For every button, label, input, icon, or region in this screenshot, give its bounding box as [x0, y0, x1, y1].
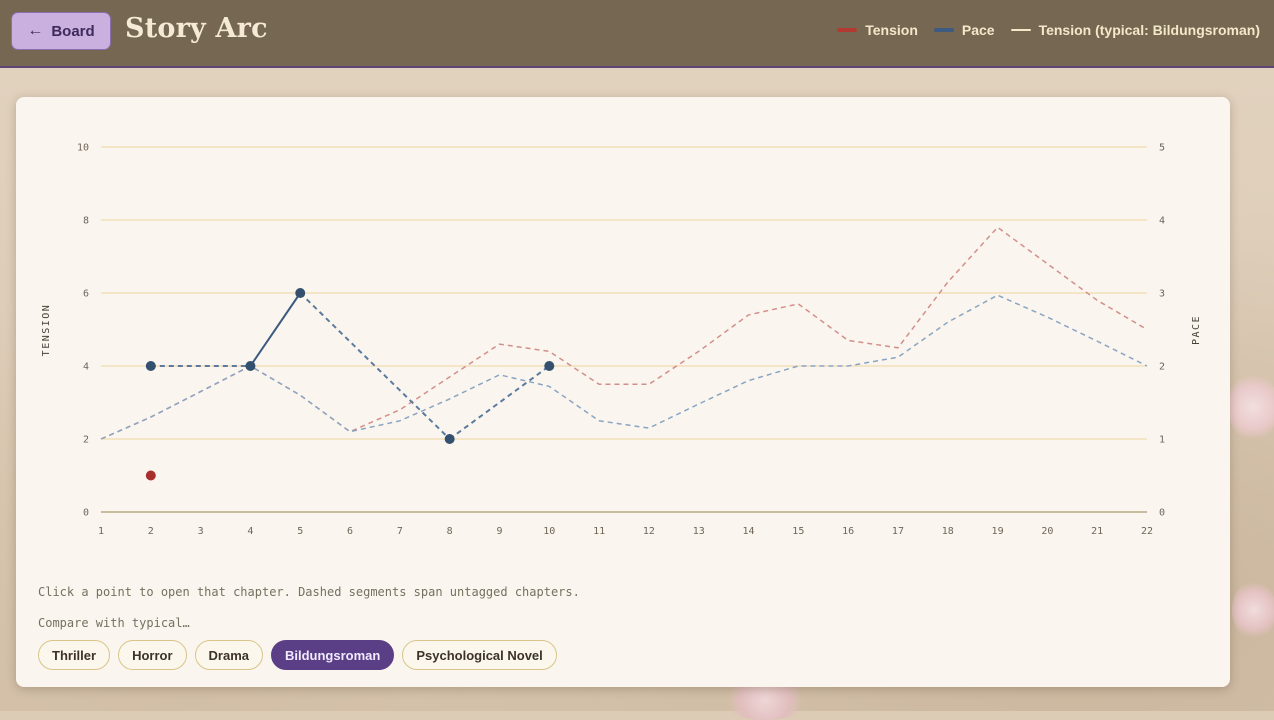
x-tick-label: 6	[347, 526, 353, 537]
chart-legend: Tension Pace Tension (typical: Bildungsr…	[837, 22, 1260, 38]
compare-label: Compare with typical…	[38, 616, 190, 630]
x-tick-label: 8	[447, 526, 453, 537]
genre-chip-bildungsroman[interactable]: Bildungsroman	[271, 640, 395, 670]
typical-series-line	[100, 226, 1148, 440]
legend-label-typical: Tension (typical: Bildungsroman)	[1038, 22, 1260, 38]
x-tick-label: 18	[942, 526, 954, 537]
genre-chip-psychological-novel[interactable]: Psychological Novel	[402, 640, 557, 670]
pace-point[interactable]	[444, 434, 455, 444]
y-left-tick-label: 2	[83, 435, 89, 446]
x-tick-label: 2	[148, 526, 154, 537]
legend-label-pace: Pace	[961, 22, 995, 38]
x-tick-label: 16	[842, 526, 854, 537]
y-right-tick-label: 5	[1159, 143, 1165, 154]
top-bar: ← Board Story Arc Tension Pace Tension (…	[0, 0, 1274, 68]
x-tick-label: 12	[643, 526, 655, 537]
legend-swatch-tension	[837, 28, 858, 32]
genre-chip-horror[interactable]: Horror	[118, 640, 187, 670]
legend-label-tension: Tension	[865, 22, 918, 38]
y-right-tick-label: 4	[1159, 216, 1165, 227]
y-right-axis-title: PACE	[1191, 315, 1202, 345]
y-left-tick-label: 8	[83, 216, 89, 227]
x-tick-label: 5	[297, 526, 303, 537]
pace-segment	[249, 292, 302, 367]
legend-swatch-pace	[933, 28, 954, 32]
pace-point[interactable]	[145, 361, 156, 371]
story-arc-chart: 02468100123451 2 3 4 5 6 7 8 9 10 11 12 13 14 15 16 17 18…	[41, 143, 1202, 538]
x-tick-label: 7	[397, 526, 403, 537]
legend-item-pace: Pace	[933, 22, 995, 38]
x-tick-label: 13	[693, 526, 705, 537]
x-tick-label: 3	[198, 526, 204, 537]
x-tick-label: 11	[593, 526, 605, 537]
pace-point[interactable]	[295, 288, 306, 298]
x-tick-label: 22	[1141, 526, 1153, 537]
x-tick-label: 20	[1041, 526, 1053, 537]
arrow-left-icon: ←	[27, 22, 44, 39]
y-right-tick-label: 2	[1159, 362, 1165, 373]
genre-chip-thriller[interactable]: Thriller	[38, 640, 111, 670]
x-tick-label: 14	[743, 526, 755, 537]
legend-item-tension: Tension	[837, 22, 918, 38]
y-left-tick-label: 0	[83, 508, 89, 519]
pace-point[interactable]	[245, 361, 256, 371]
x-tick-label: 15	[792, 526, 804, 537]
x-tick-label: 21	[1091, 526, 1103, 537]
genre-chip-drama[interactable]: Drama	[194, 640, 263, 670]
x-tick-label: 10	[543, 526, 555, 537]
blossom-decoration	[1232, 580, 1274, 640]
y-right-tick-label: 0	[1159, 508, 1165, 519]
x-tick-label: 1	[98, 526, 104, 537]
y-left-axis-title: TENSION	[41, 304, 52, 357]
legend-swatch-typical	[1010, 29, 1031, 31]
x-tick-label: 4	[247, 526, 253, 537]
blossom-decoration	[1228, 372, 1274, 442]
y-left-tick-label: 4	[83, 362, 89, 373]
x-tick-label: 9	[496, 526, 502, 537]
x-tick-label: 17	[892, 526, 904, 537]
typical-series-line	[100, 294, 1148, 440]
back-to-board-button[interactable]: ← Board	[11, 12, 111, 50]
y-left-tick-label: 6	[83, 289, 89, 300]
story-arc-card: 0 2 4 6 8 10 0 1 2 3 4 5 1 2 3 4 5 6 7 8 9 10 11 12 13 14 15 16 17 18…	[16, 97, 1230, 687]
pace-segment-dashed	[449, 365, 550, 440]
y-right-tick-label: 3	[1159, 289, 1165, 300]
chart-hint-text: Click a point to open that chapter. Dash…	[38, 585, 580, 599]
legend-item-typical-tension: Tension (typical: Bildungsroman)	[1010, 22, 1260, 38]
y-right-tick-label: 1	[1159, 435, 1165, 446]
back-button-label: Board	[51, 22, 95, 40]
genre-chips: Thriller Horror Drama Bildungsroman Psycholo…	[38, 640, 557, 670]
x-tick-label: 19	[992, 526, 1004, 537]
pace-point[interactable]	[544, 361, 555, 371]
page-title: Story Arc	[125, 13, 268, 44]
y-left-tick-label: 10	[77, 143, 89, 154]
tension-point[interactable]	[145, 470, 156, 481]
